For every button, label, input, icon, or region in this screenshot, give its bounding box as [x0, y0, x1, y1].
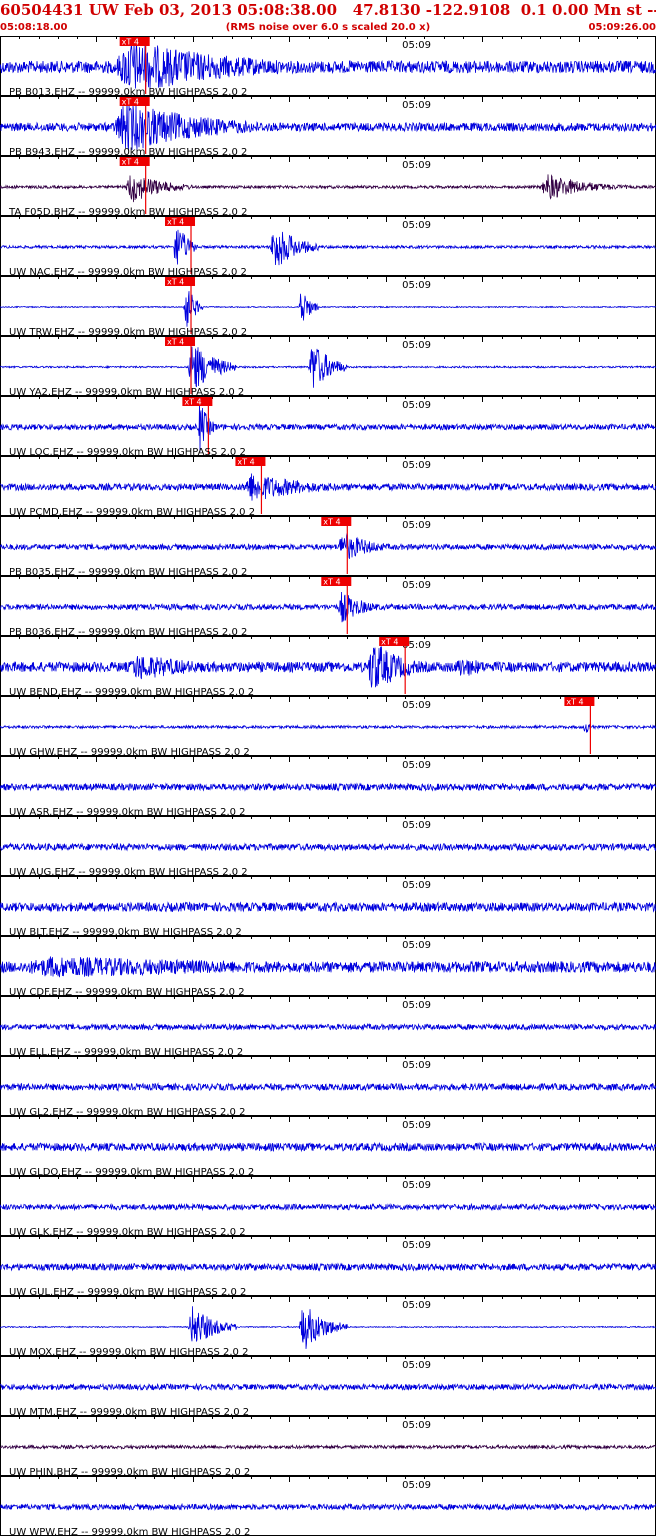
trace-panel: 05:09xT 4UW NAC.EHZ -- 99999.0km BW HIGH…	[0, 216, 656, 278]
trace-panel: 05:09UW GL2.EHZ -- 99999.0km BW HIGHPASS…	[0, 1056, 656, 1118]
tick-time-label: 05:09	[402, 760, 431, 771]
waveform-line	[0, 1443, 656, 1451]
pick-label: xT 4	[122, 38, 139, 47]
pick-label: xT 4	[566, 698, 583, 707]
waveform-line	[0, 646, 656, 688]
waveform-line	[0, 533, 656, 559]
trace-panel: 05:09 xT 4UW GHW.EHZ -- 99999.0km BW HIGH…	[0, 696, 656, 758]
trace-panel: 05:09 UW WPW.EHZ -- 99999.0km BW HIGHPASS…	[0, 1476, 656, 1538]
tick-time-label: 05:09	[402, 1300, 431, 1311]
waveform-line	[0, 42, 656, 91]
waveform-line	[0, 229, 656, 266]
trace-panel: 05:09xT 4PB B036.EHZ -- 99999.0km BW HIG…	[0, 576, 656, 638]
pick-label: xT 4	[323, 578, 340, 587]
tick-time-label: 05:09	[402, 520, 431, 531]
pick-label: xT 4	[184, 398, 201, 407]
waveform-line	[0, 174, 656, 203]
trace-panel: 05:09UW AUG.EHZ -- 99999.0km BW HIGHPASS…	[0, 816, 656, 878]
waveform-line	[0, 842, 656, 852]
trace-panel: 05:09UW CDF.EHZ -- 99999.0km BW HIGHPASS…	[0, 936, 656, 998]
tick-time-label: 05:09	[402, 580, 431, 591]
waveform-line	[0, 1022, 656, 1032]
tick-time-label: 05:09	[402, 280, 431, 291]
pick-label: xT 4	[167, 338, 184, 347]
pick-label: xT 4	[167, 218, 184, 227]
event-title: 60504431 UW Feb 03, 2013 05:08:38.00 47.…	[0, 1, 656, 19]
trace-panel: 05:09UW PHIN.BHZ -- 99999.0km BW HIGHPAS…	[0, 1416, 656, 1478]
tick-time-label: 05:09	[402, 160, 431, 171]
trace-panel: 05:09UW MTM.EHZ -- 99999.0km BW HIGHPASS…	[0, 1356, 656, 1418]
waveform-line	[0, 956, 656, 978]
tick-time-label: 05:09	[402, 1360, 431, 1371]
tick-time-label: 05:09	[402, 1180, 431, 1191]
waveform-line	[0, 1082, 656, 1092]
tick-time-label: 05:09	[402, 1480, 431, 1491]
tick-time-label: 05:09	[402, 460, 431, 471]
tick-time-label: 05:09	[402, 940, 431, 951]
waveform-line	[0, 1306, 656, 1349]
tick-time-label: 05:09	[402, 1120, 431, 1131]
trace-panel: 05:09UW BLT.EHZ -- 99999.0km BW HIGHPASS…	[0, 876, 656, 938]
trace-panel: 05:09xT 4UW PCMD.EHZ -- 99999.0km BW HIG…	[0, 456, 656, 518]
waveform-line	[0, 402, 656, 452]
waveform-line	[0, 101, 656, 150]
trace-panel: 05:09UW MOX.EHZ -- 99999.0km BW HIGHPASS…	[0, 1296, 656, 1358]
waveform-line	[0, 1141, 656, 1153]
waveform-line	[0, 1202, 656, 1212]
trace-label: UW WPW.EHZ -- 99999.0km BW HIGHPASS 2.0 …	[9, 1527, 250, 1538]
seismogram-plot: 05:09xT 4PB B013.EHZ -- 99999.0km BW HIG…	[0, 36, 656, 1538]
trace-panel: 05:09xT 4PB B943.EHZ -- 99999.0km BW HIG…	[0, 96, 656, 158]
tick-time-label: 05:09	[402, 220, 431, 231]
end-time: 05:09:26.00	[588, 22, 656, 33]
trace-panel: 05:09xT 4PB B013.EHZ -- 99999.0km BW HIG…	[0, 36, 656, 98]
pick-label: xT 4	[237, 458, 254, 467]
header: 60504431 UW Feb 03, 2013 05:08:38.00 47.…	[0, 0, 656, 36]
trace-panel: 05:09UW ASR.EHZ -- 99999.0km BW HIGHPASS…	[0, 756, 656, 818]
trace-panel: 05:09xT 4TA F05D.BHZ -- 99999.0km BW HIG…	[0, 156, 656, 218]
waveform-line	[0, 346, 656, 388]
trace-panel: 05:09xT 4UW YA2.EHZ -- 99999.0km BW HIGH…	[0, 336, 656, 398]
waveform-line	[0, 291, 656, 327]
trace-panel: 05:09UW GUL.EHZ -- 99999.0km BW HIGHPASS…	[0, 1236, 656, 1298]
tick-time-label: 05:09	[402, 1240, 431, 1251]
pick-label: xT 4	[381, 638, 398, 647]
trace-panel: 05:09xT 4UW TRW.EHZ -- 99999.0km BW HIGH…	[0, 276, 656, 338]
tick-time-label: 05:09	[402, 1060, 431, 1071]
pick-label: xT 4	[323, 518, 340, 527]
tick-time-label: 05:09	[402, 400, 431, 411]
waveform-line	[0, 1382, 656, 1392]
pick-label: xT 4	[167, 278, 184, 287]
trace-panel: 05:09xT 4PB B035.EHZ -- 99999.0km BW HIG…	[0, 516, 656, 578]
waveform-line	[0, 782, 656, 792]
trace-panel: 05:09UW GLK.EHZ -- 99999.0km BW HIGHPASS…	[0, 1176, 656, 1238]
tick-time-label: 05:09	[402, 340, 431, 351]
trace-panel: 05:09UW GLDO.EHZ -- 99999.0km BW HIGHPAS…	[0, 1116, 656, 1178]
rms-note: (RMS noise over 6.0 s scaled 20.0 x)	[225, 22, 431, 33]
tick-time-label: 05:09	[402, 100, 431, 111]
tick-time-label: 05:09	[402, 700, 431, 711]
tick-time-label: 05:09	[402, 40, 431, 51]
pick-label: xT 4	[122, 158, 139, 167]
waveform-line	[0, 473, 656, 501]
trace-panel: 05:09UW ELL.EHZ -- 99999.0km BW HIGHPASS…	[0, 996, 656, 1058]
tick-time-label: 05:09	[402, 1000, 431, 1011]
waveform-line	[0, 591, 656, 623]
tick-time-label: 05:09	[402, 820, 431, 831]
waveform-line	[0, 724, 656, 733]
tick-time-label: 05:09	[402, 1420, 431, 1431]
trace-panel: 05:09xT 4UW BEND.EHZ -- 99999.0km BW HIG…	[0, 636, 656, 698]
waveform-line	[0, 1262, 656, 1272]
pick-label: xT 4	[122, 98, 139, 107]
tick-time-label: 05:09	[402, 880, 431, 891]
waveform-line	[0, 901, 656, 913]
waveform-line	[0, 1502, 656, 1512]
trace-panel: 05:09xT 4UW LOC.EHZ -- 99999.0km BW HIGH…	[0, 396, 656, 458]
